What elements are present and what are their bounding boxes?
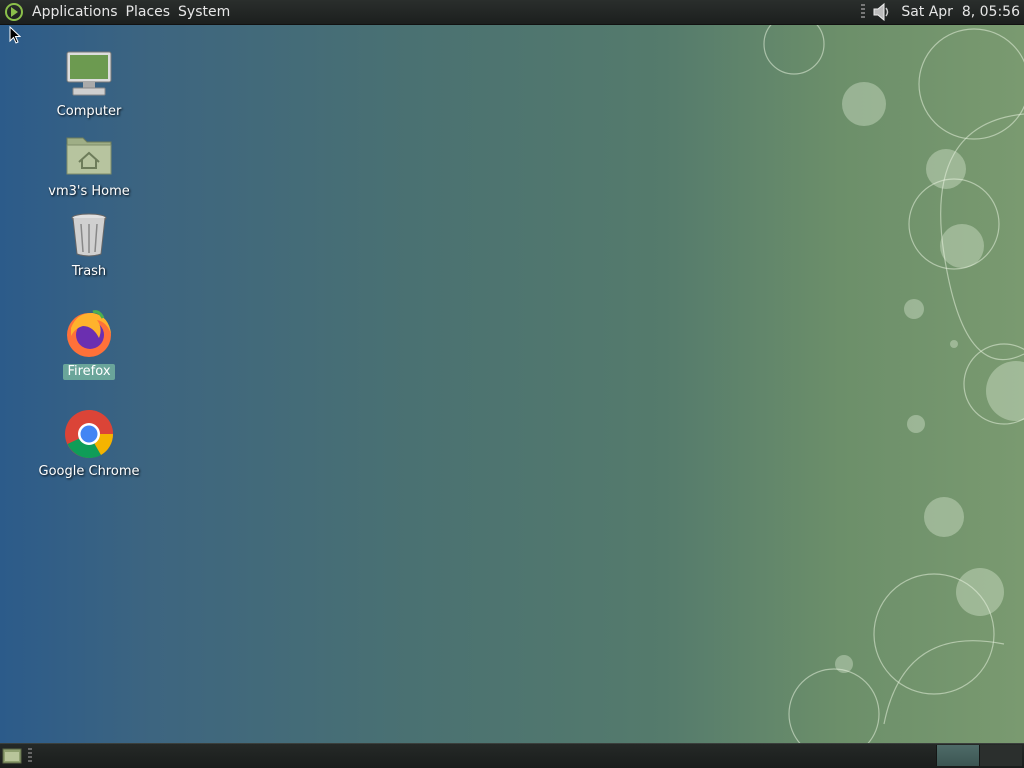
trash-icon [71,213,107,257]
workspace-2[interactable] [979,745,1022,766]
home-folder-icon [66,137,112,175]
top-panel: Applications Places System Sat Apr 8, 05… [0,0,1024,25]
mouse-cursor-icon [9,26,21,44]
desktop-icon-firefox[interactable]: Firefox [34,308,144,380]
chrome-icon [65,410,114,459]
bottom-panel [0,743,1024,768]
desktop-icon-chrome[interactable]: Google Chrome [34,408,144,480]
desktop-icon-label: Google Chrome [38,464,140,479]
desktop-icon-label: Trash [71,264,107,279]
volume-icon[interactable] [871,2,893,22]
firefox-icon [67,310,111,357]
workspace-1[interactable] [936,745,979,766]
system-menu[interactable]: System [174,0,234,24]
clock[interactable]: Sat Apr 8, 05:56 [901,4,1020,20]
places-menu[interactable]: Places [122,0,175,24]
workspace-switcher [936,745,1022,766]
panel-tray: Sat Apr 8, 05:56 [861,0,1024,24]
desktop-icon-trash[interactable]: Trash [34,208,144,280]
show-desktop-icon[interactable] [2,747,22,764]
panel-handle [861,4,866,20]
desktop-icon-label: Firefox [63,364,115,380]
desktop-icon-computer[interactable]: Computer [34,48,144,120]
computer-icon [66,51,112,96]
desktop-icon-label: Computer [56,104,122,119]
applications-menu[interactable]: Applications [28,0,122,24]
desktop-icon-label: vm3's Home [48,184,130,199]
wallpaper-swirls [763,24,1024,744]
desktop-icon-home[interactable]: vm3's Home [34,128,144,200]
panel-handle [28,748,32,764]
main-menu-logo-icon[interactable] [4,2,24,22]
